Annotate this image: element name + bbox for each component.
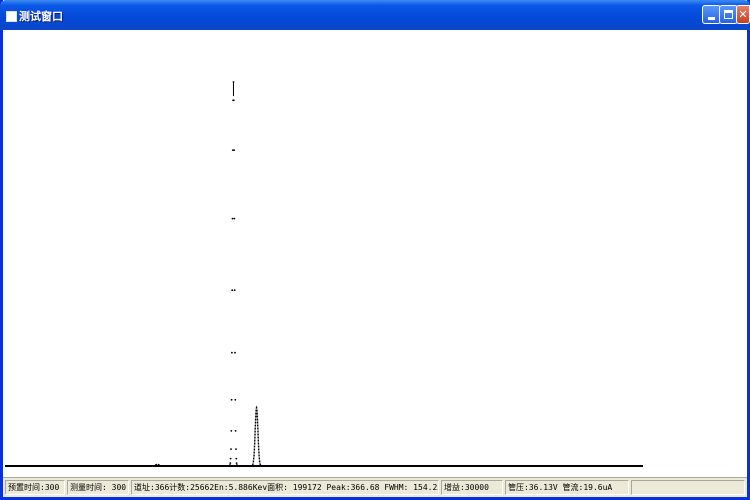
status-bar: 预置时间:300 测量时间: 300 道址:366计数:25662En:5.88… — [3, 477, 747, 497]
spectrum-point — [233, 217, 236, 220]
spectrum-peak — [227, 81, 240, 467]
spectrum-point — [229, 457, 232, 460]
spectrum-point — [234, 351, 236, 354]
window-icon[interactable] — [6, 11, 17, 22]
spectrum-plot — [3, 30, 747, 477]
spectrum-point — [234, 398, 237, 401]
spectrum-peak — [249, 405, 264, 467]
spectrum-chart — [5, 81, 643, 467]
spectrum-point — [230, 430, 233, 432]
spectrum-point — [235, 462, 238, 464]
maximize-icon — [724, 10, 733, 19]
spectrum-point — [232, 99, 235, 102]
spectrum-point — [230, 398, 233, 401]
minimize-icon — [708, 17, 715, 20]
close-button[interactable]: ✕ — [736, 5, 750, 24]
status-gain: 增益:30000 — [441, 480, 503, 495]
spectrum-peak-curve — [249, 405, 264, 467]
test-window: 测试窗口 ✕ 预置时间:300 测量时间: 300 道址:366计数:25662… — [0, 0, 750, 500]
status-channel-info: 道址:366计数:25662En:5.886Kev面积: 199172 Peak… — [131, 480, 439, 495]
spectrum-point — [233, 289, 236, 292]
spectrum-point — [231, 351, 233, 354]
status-measure-time: 测量时间: 300 — [67, 480, 129, 495]
spectrum-point — [229, 462, 232, 464]
spectrum-point — [235, 457, 238, 460]
spectrum-point — [229, 464, 231, 466]
spectrum-point — [231, 289, 234, 292]
window-title: 测试窗口 — [19, 10, 63, 23]
title-bar[interactable]: 测试窗口 ✕ — [0, 0, 750, 30]
status-empty — [631, 480, 745, 495]
status-preset-time: 预置时间:300 — [5, 480, 65, 495]
status-tube: 管压:36.13V 管流:19.6uA — [505, 480, 629, 495]
spectrum-point — [237, 465, 240, 467]
spectrum-point — [231, 217, 234, 220]
spectrum-point — [233, 149, 236, 151]
spectrum-point — [235, 448, 237, 450]
close-icon: ✕ — [738, 8, 748, 21]
spectrum-point — [234, 430, 237, 432]
spectrum-point — [230, 448, 232, 450]
